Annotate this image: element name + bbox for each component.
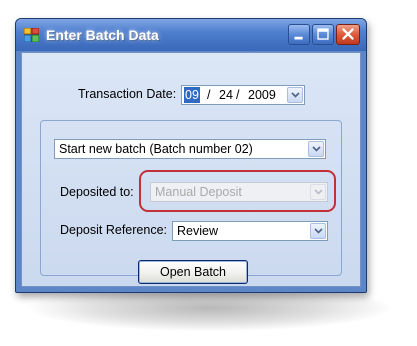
deposit-reference-value: Review [177, 224, 218, 238]
date-separator: / [236, 88, 240, 102]
deposited-to-label: Deposited to: [60, 185, 134, 199]
close-button[interactable] [336, 24, 360, 45]
deposit-reference-dropdown-button[interactable] [310, 223, 326, 239]
batch-dropdown-button[interactable] [308, 141, 324, 157]
dialog-client-area: Transaction Date: 09 / 24 / 2009 Start n… [21, 52, 361, 287]
close-icon [342, 28, 354, 40]
deposit-reference-label: Deposit Reference: [60, 223, 168, 237]
date-month-field[interactable]: 09 [184, 87, 200, 103]
dialog-window: Enter Batch Data Transaction Date: 09 / … [15, 18, 367, 293]
transaction-date-picker[interactable]: 09 / 24 / 2009 [181, 85, 305, 105]
deposit-reference-select[interactable]: Review [172, 221, 328, 241]
batch-app-icon [23, 27, 40, 43]
date-year-field[interactable]: 2009 [248, 88, 276, 102]
minimize-icon [294, 36, 303, 40]
maximize-button[interactable] [312, 24, 334, 45]
window-title: Enter Batch Data [46, 27, 159, 43]
maximize-icon [317, 28, 329, 40]
title-bar[interactable]: Enter Batch Data [16, 19, 366, 51]
batch-select-value: Start new batch (Batch number 02) [59, 142, 253, 156]
annotation-highlight [139, 170, 336, 212]
chevron-down-icon [314, 228, 323, 234]
screenshot-stage: Enter Batch Data Transaction Date: 09 / … [0, 0, 417, 346]
transaction-date-label: Transaction Date: [78, 87, 177, 101]
minimize-button[interactable] [288, 24, 310, 45]
date-separator: / [207, 88, 211, 102]
date-dropdown-button[interactable] [287, 87, 303, 103]
chevron-down-icon [291, 92, 300, 98]
open-batch-button[interactable]: Open Batch [138, 260, 248, 284]
chevron-down-icon [312, 146, 321, 152]
date-day-field[interactable]: 24 [219, 88, 233, 102]
batch-select[interactable]: Start new batch (Batch number 02) [54, 139, 326, 159]
